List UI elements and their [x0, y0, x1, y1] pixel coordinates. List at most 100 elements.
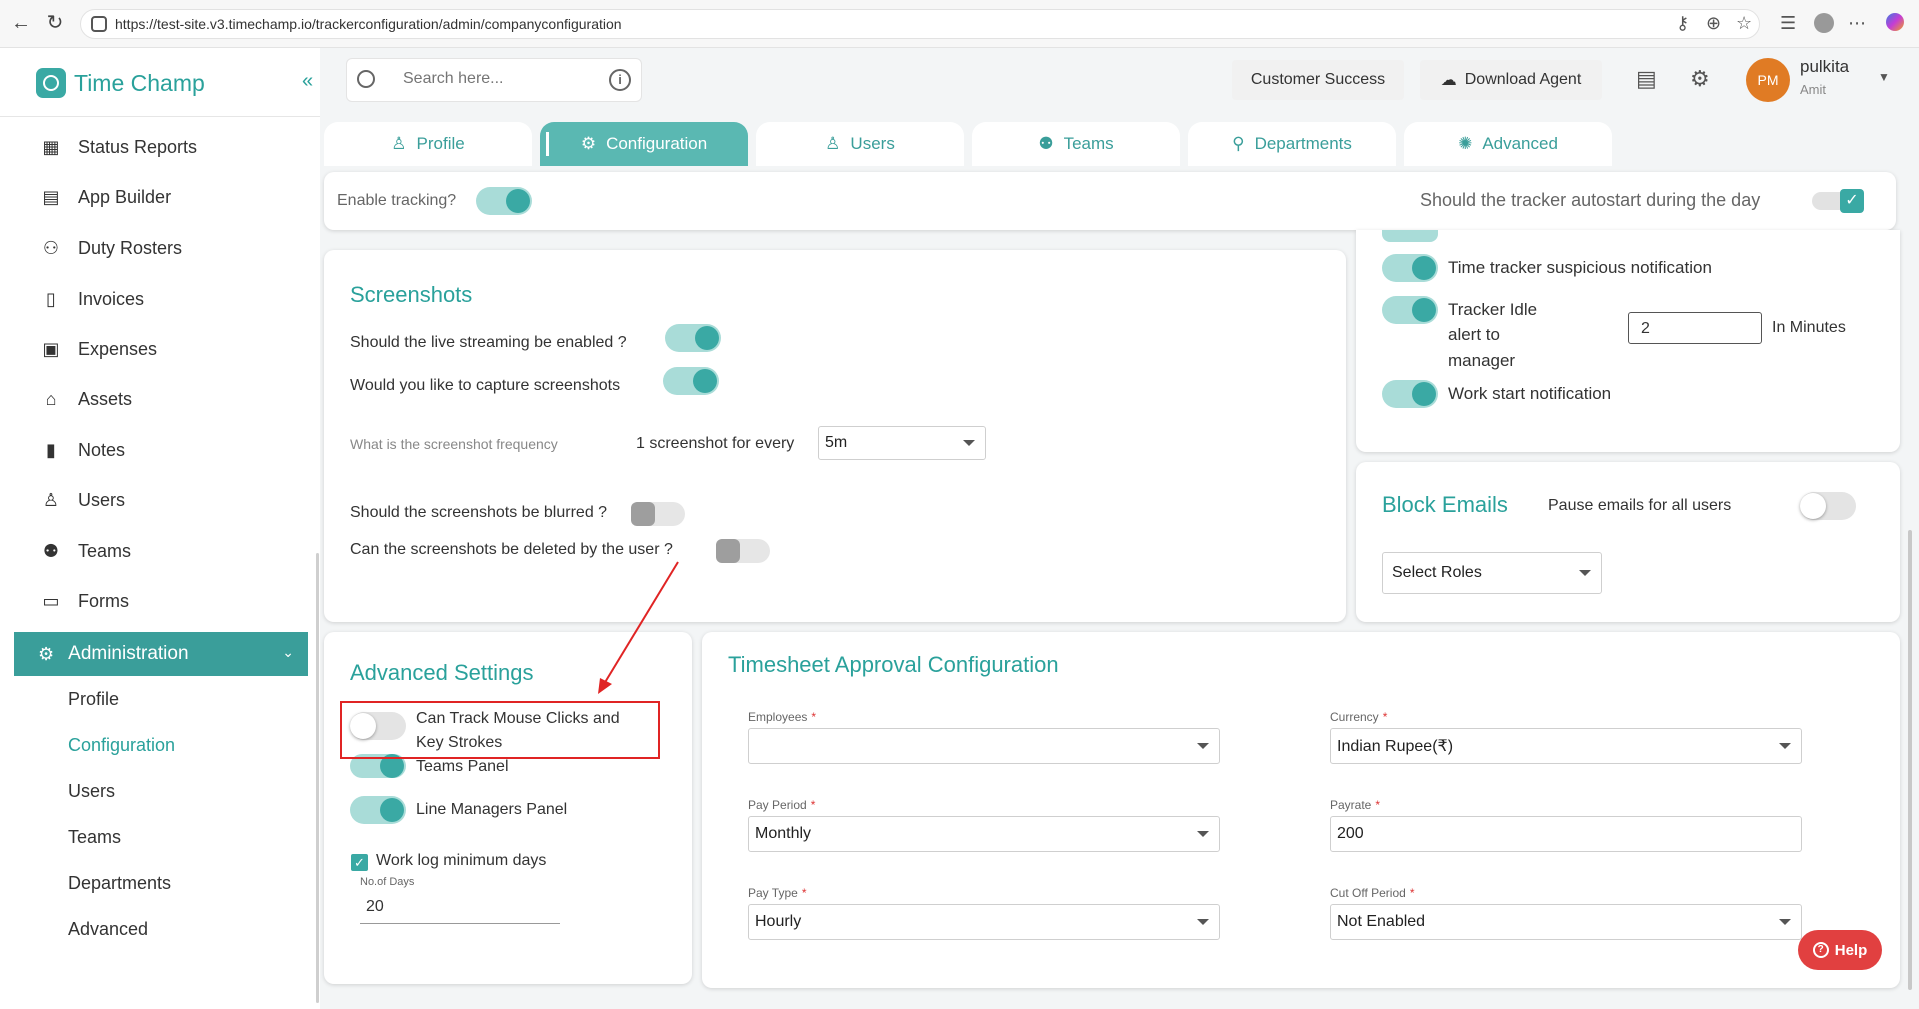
zoom-icon[interactable]: ⊕: [1706, 13, 1721, 34]
sidebar-scrollbar[interactable]: [316, 553, 319, 1003]
favorites-icon[interactable]: ☰: [1780, 13, 1796, 34]
search-input[interactable]: [403, 70, 593, 88]
work-log-checkbox[interactable]: ✓: [351, 854, 368, 871]
main-scrollbar[interactable]: [1908, 530, 1912, 990]
grid-icon: ▦: [42, 136, 60, 157]
user-icon: ♙: [42, 489, 60, 510]
site-info-icon[interactable]: [91, 16, 107, 32]
cutoff-select[interactable]: Not Enabled: [1330, 904, 1802, 940]
timesheet-title: Timesheet Approval Configuration: [728, 652, 1059, 677]
collapse-sidebar-icon[interactable]: «: [302, 70, 313, 93]
timesheet-card: Timesheet Approval Configuration Employe…: [702, 632, 1900, 988]
bank-icon: ⌂: [45, 388, 57, 409]
idle-alert-toggle[interactable]: [1382, 296, 1438, 324]
idle-minutes-input[interactable]: 2: [1628, 312, 1762, 344]
sidebar-item-forms[interactable]: ▭ Forms: [40, 586, 129, 616]
tab-advanced[interactable]: ✺ Advanced: [1404, 122, 1612, 166]
screenshots-card: Screenshots Should the live streaming be…: [324, 250, 1346, 622]
deleted-toggle[interactable]: [716, 539, 770, 563]
idle-label-line1: Tracker Idle: [1448, 300, 1538, 319]
sidebar: Time Champ « ▦ Status Reports ▤ App Buil…: [0, 48, 320, 1009]
blurred-toggle[interactable]: [631, 502, 685, 526]
screenshots-title: Screenshots: [350, 282, 473, 307]
caret-down-icon: [1779, 919, 1791, 925]
sidebar-item-app-builder[interactable]: ▤ App Builder: [40, 182, 171, 212]
idle-label-line2: alert to: [1448, 325, 1500, 344]
sub-item-departments[interactable]: Departments: [68, 873, 171, 894]
avatar[interactable]: PM: [1746, 58, 1790, 102]
sidebar-item-notes[interactable]: ▮ Notes: [40, 435, 125, 465]
customer-success-button[interactable]: Customer Success: [1232, 60, 1404, 100]
sidebar-item-status-reports[interactable]: ▦ Status Reports: [40, 132, 197, 162]
sidebar-item-teams[interactable]: ⚉ Teams: [40, 536, 131, 566]
sub-item-teams[interactable]: Teams: [68, 827, 121, 848]
frequency-label: What is the screenshot frequency: [350, 436, 558, 452]
user-subtitle: Amit: [1800, 82, 1826, 97]
employees-select[interactable]: [748, 728, 1220, 764]
tab-departments[interactable]: ⚲ Departments: [1188, 122, 1396, 166]
settings-icon[interactable]: ⚙: [1690, 66, 1710, 92]
currency-select[interactable]: Indian Rupee(₹): [1330, 728, 1802, 764]
user-name[interactable]: pulkita: [1800, 57, 1849, 77]
live-streaming-toggle[interactable]: [665, 324, 721, 352]
wallet-icon: ▣: [42, 338, 60, 359]
sub-item-users[interactable]: Users: [68, 781, 115, 802]
sidebar-item-duty-rosters[interactable]: ⚇ Duty Rosters: [40, 233, 182, 263]
autostart-label: Should the tracker autostart during the …: [1420, 190, 1761, 210]
sidebar-item-users[interactable]: ♙ Users: [40, 485, 125, 515]
sidebar-item-administration[interactable]: ⚙ Administration ⌄: [14, 632, 308, 676]
team-icon: ⚉: [42, 540, 60, 561]
line-managers-toggle[interactable]: [350, 796, 406, 824]
suspicious-toggle[interactable]: [1382, 254, 1438, 282]
days-input[interactable]: 20: [360, 894, 560, 924]
back-icon[interactable]: ←: [8, 10, 34, 36]
more-icon[interactable]: ⋯: [1848, 13, 1866, 34]
sub-item-configuration[interactable]: Configuration: [68, 735, 175, 756]
days-label: No.of Days: [360, 876, 415, 888]
enable-tracking-toggle[interactable]: [476, 187, 532, 215]
pause-emails-toggle[interactable]: [1800, 492, 1856, 520]
sidebar-item-expenses[interactable]: ▣ Expenses: [40, 334, 157, 364]
pay-period-label: Pay Period *: [748, 798, 816, 812]
sub-item-profile[interactable]: Profile: [68, 689, 119, 710]
copilot-icon[interactable]: [1886, 13, 1904, 31]
download-agent-button[interactable]: ☁ Download Agent: [1420, 60, 1602, 100]
tab-profile[interactable]: ♙ Profile: [324, 122, 532, 166]
invoice-icon: ▯: [46, 288, 56, 309]
autostart-checkbox[interactable]: ✓: [1812, 188, 1866, 214]
team-icon: ⚉: [1038, 134, 1054, 153]
pay-period-select[interactable]: Monthly: [748, 816, 1220, 852]
sidebar-item-invoices[interactable]: ▯ Invoices: [40, 284, 144, 314]
tab-users[interactable]: ♙ Users: [756, 122, 964, 166]
pay-type-select[interactable]: Hourly: [748, 904, 1220, 940]
key-icon[interactable]: ⚷: [1676, 13, 1689, 34]
caret-down-icon: [1197, 743, 1209, 749]
frequency-prefix: 1 screenshot for every: [636, 435, 795, 452]
app-logo[interactable]: Time Champ: [36, 68, 205, 98]
check-icon: ✓: [1840, 189, 1864, 213]
info-icon[interactable]: i: [609, 69, 631, 91]
url-text: https://test-site.v3.timechamp.io/tracke…: [115, 16, 622, 32]
search-box[interactable]: i: [346, 58, 642, 102]
work-start-toggle[interactable]: [1382, 380, 1438, 408]
address-bar[interactable]: https://test-site.v3.timechamp.io/tracke…: [80, 9, 1760, 39]
payrate-input[interactable]: 200: [1330, 816, 1802, 852]
sub-item-advanced[interactable]: Advanced: [68, 919, 148, 940]
frequency-select[interactable]: 5m: [818, 426, 986, 460]
chevron-down-icon[interactable]: ▼: [1878, 70, 1890, 84]
sidebar-item-assets[interactable]: ⌂ Assets: [40, 384, 132, 414]
suspicious-label: Time tracker suspicious notification: [1448, 258, 1712, 277]
star-icon[interactable]: ☆: [1736, 13, 1752, 34]
tab-teams[interactable]: ⚉ Teams: [972, 122, 1180, 166]
idle-unit-label: In Minutes: [1772, 319, 1846, 336]
reload-icon[interactable]: ↻: [42, 10, 68, 36]
profile-icon[interactable]: [1814, 13, 1834, 33]
notes-icon[interactable]: ▤: [1636, 66, 1657, 92]
capture-screenshots-toggle[interactable]: [663, 367, 719, 395]
block-emails-card: Block Emails Pause emails for all users …: [1356, 462, 1900, 622]
hierarchy-icon: ⚲: [1232, 134, 1245, 153]
help-button[interactable]: ? Help: [1798, 930, 1882, 970]
partial-toggle[interactable]: [1382, 230, 1438, 242]
tab-configuration[interactable]: ⚙ Configuration: [540, 122, 748, 166]
select-roles-dropdown[interactable]: Select Roles: [1382, 552, 1602, 594]
